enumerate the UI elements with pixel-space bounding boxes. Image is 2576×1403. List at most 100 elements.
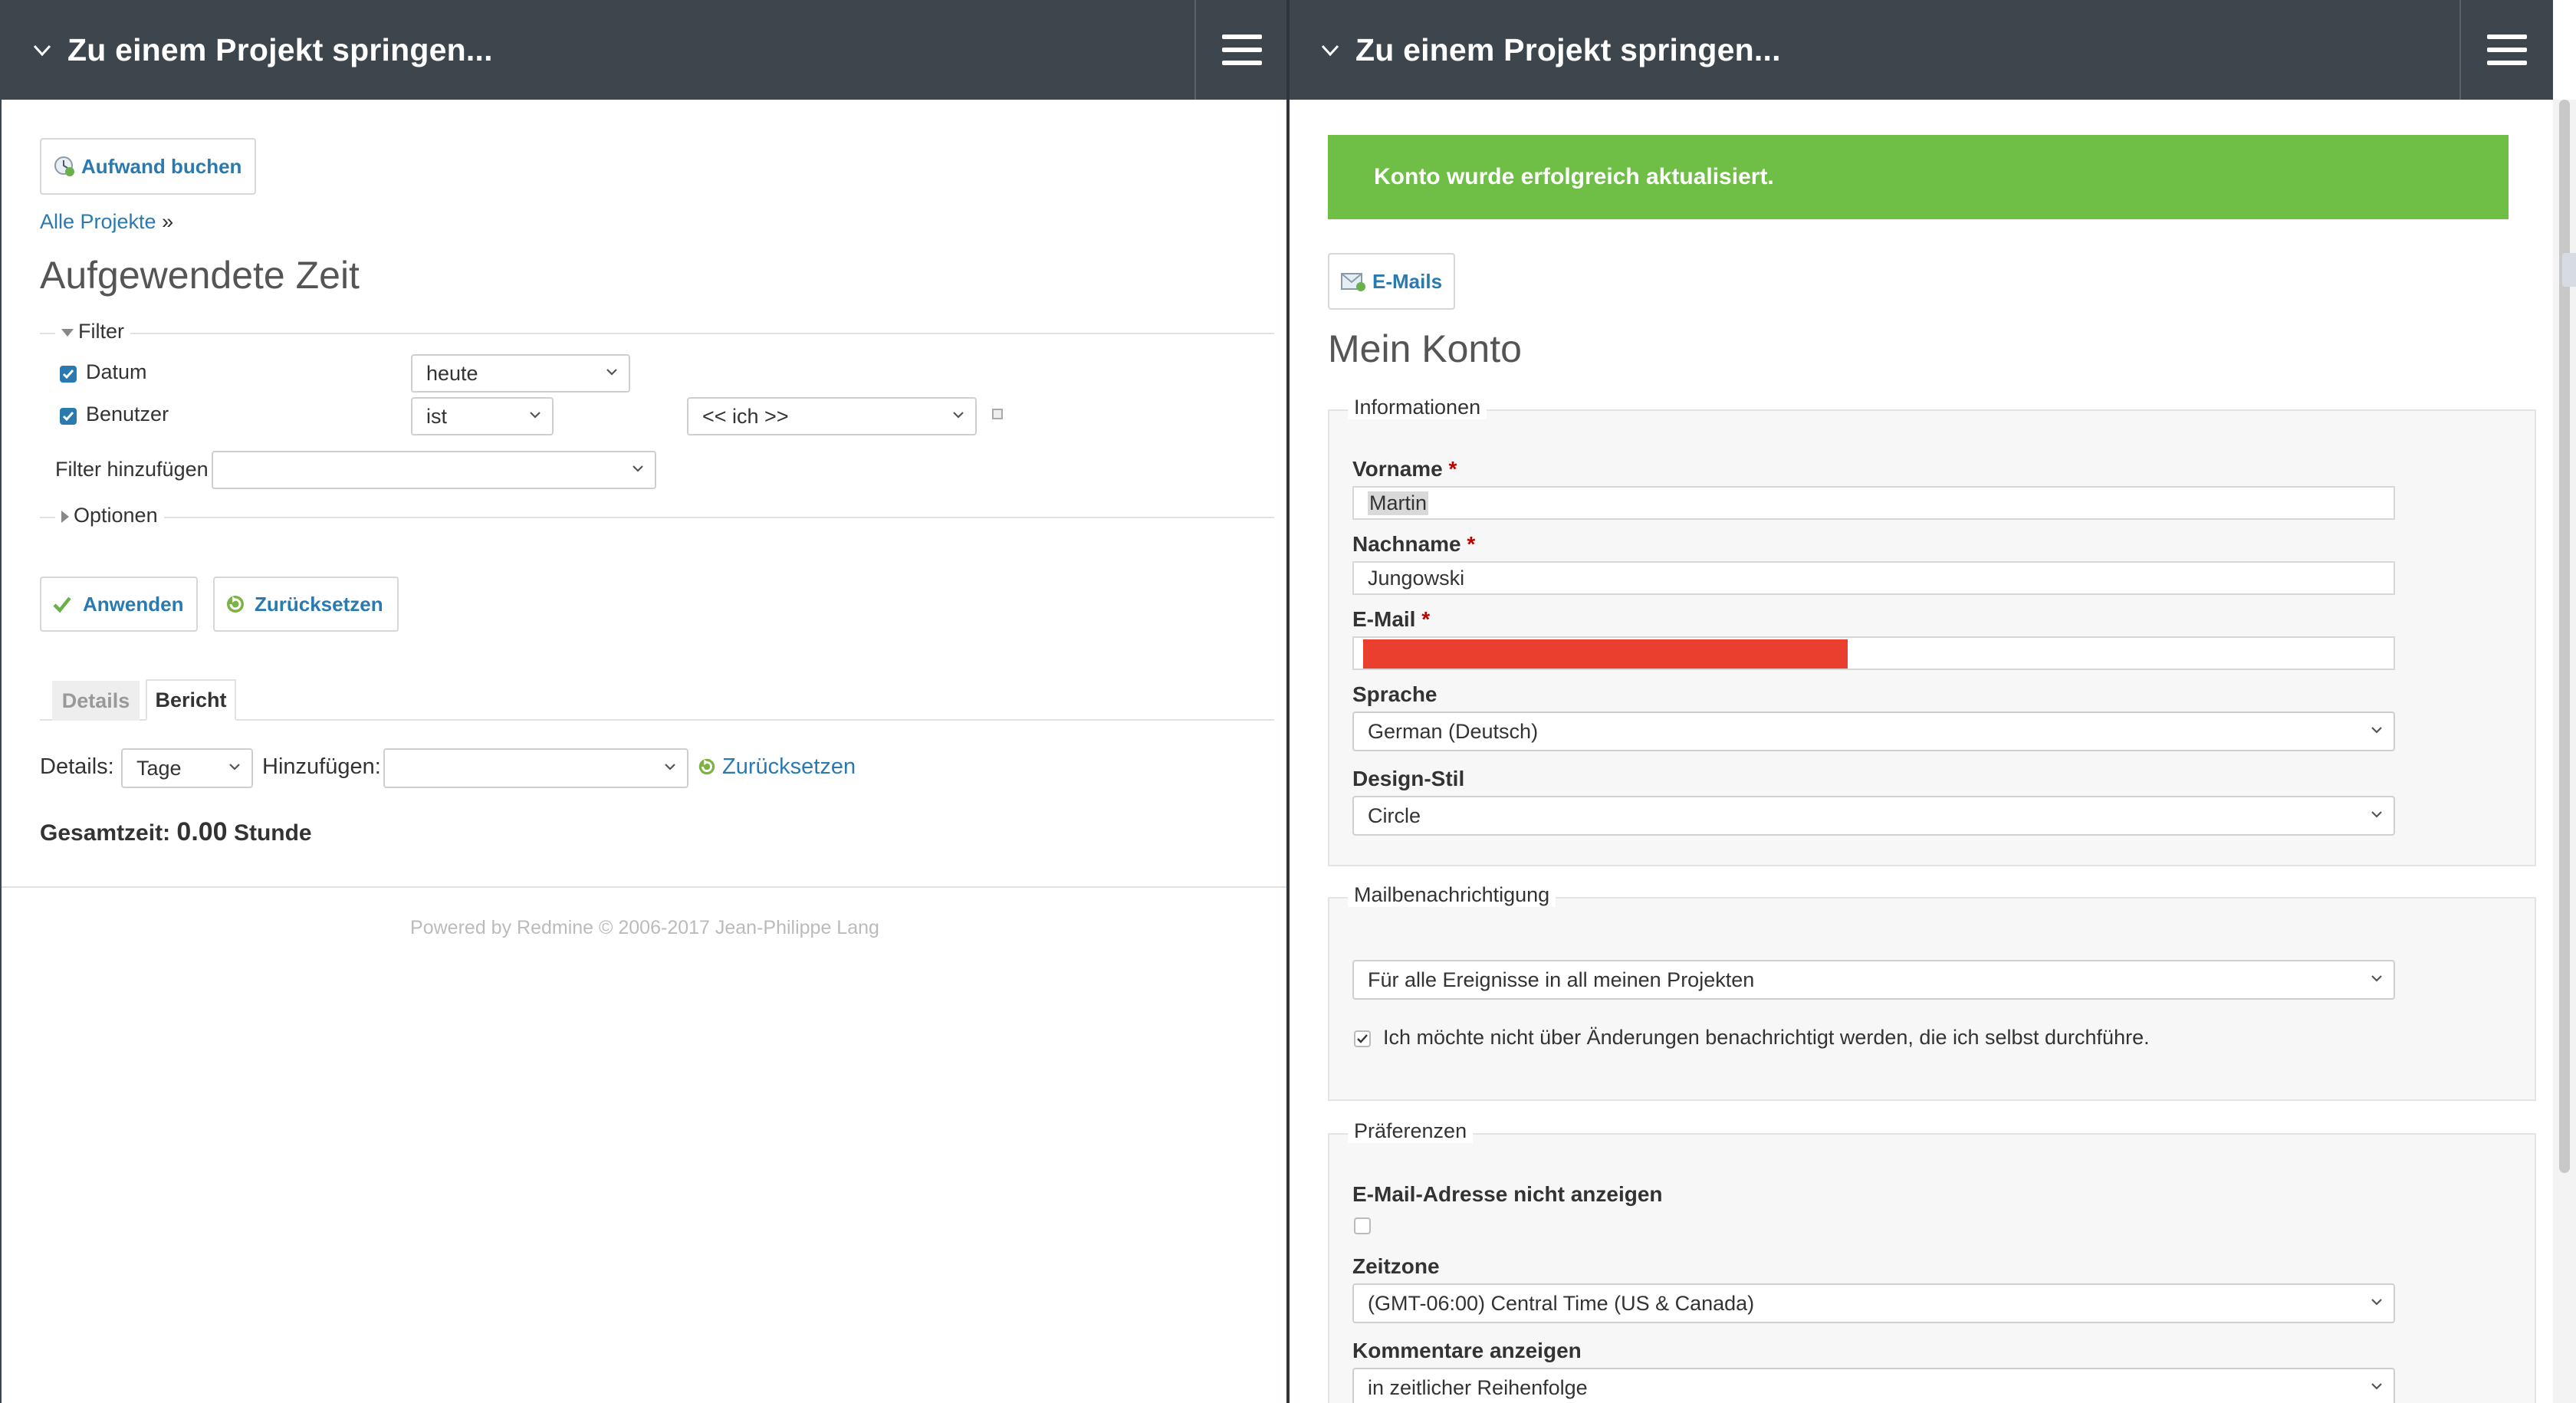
filter-user-value[interactable]: << ich >> bbox=[687, 397, 977, 435]
reset-button[interactable]: Zurücksetzen bbox=[213, 577, 399, 632]
timezone-value: (GMT-06:00) Central Time (US & Canada) bbox=[1368, 1291, 1755, 1315]
tab-report[interactable]: Bericht bbox=[146, 679, 236, 721]
lastname-value: Jungowski bbox=[1368, 566, 1465, 590]
total-time: Gesamtzeit: 0.00 Stunde bbox=[40, 817, 312, 847]
language-label: Sprache bbox=[1352, 682, 1438, 706]
top-header: Zu einem Projekt springen... bbox=[1290, 0, 2553, 100]
hamburger-icon bbox=[2487, 34, 2527, 65]
email-icon bbox=[1341, 273, 1365, 291]
comments-label: Kommentare anzeigen bbox=[1352, 1339, 1582, 1362]
filter-divider bbox=[40, 333, 1274, 334]
chevron-down-icon bbox=[953, 412, 964, 419]
options-legend[interactable]: Optionen bbox=[55, 504, 164, 527]
filter-user-operator[interactable]: ist bbox=[411, 397, 554, 435]
project-jump-label: Zu einem Projekt springen... bbox=[1355, 31, 1781, 67]
flash-notice: Konto wurde erfolgreich aktualisiert. bbox=[1328, 135, 2509, 219]
firstname-label: Vorname * bbox=[1352, 457, 1457, 481]
required-mark: * bbox=[1448, 457, 1457, 481]
scrollbar[interactable] bbox=[2553, 100, 2576, 1403]
add-filter-select[interactable] bbox=[212, 451, 656, 489]
page-title: Mein Konto bbox=[1328, 327, 1522, 370]
firstname-value: Martin bbox=[1368, 491, 1429, 515]
mail-notification-select[interactable]: Für alle Ereignisse in all meinen Projek… bbox=[1352, 960, 2395, 1000]
no-self-notified-label: Ich möchte nicht über Änderungen benachr… bbox=[1383, 1026, 2150, 1049]
apply-button[interactable]: Anwenden bbox=[40, 577, 198, 632]
comments-value: in zeitlicher Reihenfolge bbox=[1368, 1375, 1588, 1399]
right-pane: Zu einem Projekt springen... Konto wurde… bbox=[1290, 0, 2576, 1403]
timezone-select[interactable]: (GMT-06:00) Central Time (US & Canada) bbox=[1352, 1283, 2395, 1323]
log-time-button[interactable]: Aufwand buchen bbox=[40, 138, 256, 195]
chevron-down-icon bbox=[2371, 811, 2382, 818]
checkmark-icon bbox=[53, 596, 71, 613]
breadcrumb: Alle Projekte » bbox=[40, 210, 173, 234]
chevron-down-icon bbox=[1321, 44, 1339, 57]
lastname-label-text: Nachname bbox=[1352, 532, 1461, 556]
sidebar-toggle-tab[interactable] bbox=[2562, 253, 2576, 287]
filter-user-checkbox[interactable] bbox=[60, 408, 77, 425]
report-add-select[interactable] bbox=[383, 748, 688, 788]
add-filter-label: Filter hinzufügen bbox=[55, 458, 209, 481]
no-self-notified-checkbox[interactable] bbox=[1354, 1030, 1371, 1047]
chevron-down-icon bbox=[632, 465, 643, 472]
breadcrumb-all-projects[interactable]: Alle Projekte bbox=[40, 210, 156, 233]
report-details-select[interactable]: Tage bbox=[121, 748, 253, 788]
email-label: E-Mail * bbox=[1352, 607, 1430, 632]
left-pane: Zu einem Projekt springen... Aufwand buc… bbox=[0, 0, 1288, 1403]
page-title: Aufgewendete Zeit bbox=[40, 254, 360, 297]
emails-label: E-Mails bbox=[1372, 269, 1443, 293]
hide-mail-checkbox[interactable] bbox=[1354, 1217, 1371, 1234]
total-time-value: 0.00 bbox=[176, 817, 228, 846]
log-time-label: Aufwand buchen bbox=[81, 154, 242, 178]
timezone-label: Zeitzone bbox=[1352, 1254, 1440, 1278]
theme-select[interactable]: Circle bbox=[1352, 796, 2395, 836]
toggle-multiselect-icon[interactable] bbox=[992, 409, 1003, 419]
language-select[interactable]: German (Deutsch) bbox=[1352, 711, 2395, 751]
report-details-value: Tage bbox=[136, 756, 182, 780]
prefs-legend: Präferenzen bbox=[1348, 1119, 1474, 1143]
options-legend-label: Optionen bbox=[74, 504, 158, 527]
menu-button[interactable] bbox=[1194, 0, 1288, 100]
filter-date-checkbox[interactable] bbox=[60, 366, 77, 383]
theme-value: Circle bbox=[1368, 803, 1421, 827]
project-jump[interactable]: Zu einem Projekt springen... bbox=[1320, 31, 1781, 69]
theme-label: Design-Stil bbox=[1352, 767, 1465, 790]
total-time-label: Gesamtzeit: bbox=[40, 820, 171, 846]
filter-user-value-text: << ich >> bbox=[702, 404, 789, 428]
mail-notification-value: Für alle Ereignisse in all meinen Projek… bbox=[1368, 968, 1755, 991]
report-add-label: Hinzufügen: bbox=[262, 754, 381, 779]
project-jump-label: Zu einem Projekt springen... bbox=[67, 31, 493, 67]
firstname-input[interactable]: Martin bbox=[1352, 486, 2395, 520]
hide-mail-label: E-Mail-Adresse nicht anzeigen bbox=[1352, 1182, 1663, 1206]
filter-date-operator[interactable]: heute bbox=[411, 354, 630, 393]
tab-details[interactable]: Details bbox=[52, 681, 140, 721]
options-divider bbox=[40, 517, 1274, 518]
report-details-label: Details: bbox=[40, 754, 114, 779]
chevron-down-icon bbox=[2371, 975, 2382, 982]
menu-button[interactable] bbox=[2459, 0, 2553, 100]
filter-user-operator-value: ist bbox=[426, 404, 447, 428]
pane-divider bbox=[1286, 0, 1290, 1403]
report-reset-label: Zurücksetzen bbox=[722, 754, 856, 779]
comments-select[interactable]: in zeitlicher Reihenfolge bbox=[1352, 1368, 2395, 1403]
triangle-right-icon bbox=[61, 510, 69, 523]
footer: Powered by Redmine © 2006-2017 Jean-Phil… bbox=[410, 917, 879, 938]
chevron-down-icon bbox=[606, 369, 617, 376]
lastname-input[interactable]: Jungowski bbox=[1352, 561, 2395, 595]
required-mark: * bbox=[1421, 607, 1431, 631]
chevron-down-icon bbox=[2371, 727, 2382, 734]
reload-icon bbox=[227, 596, 244, 613]
emails-button[interactable]: E-Mails bbox=[1328, 253, 1455, 310]
chevron-down-icon bbox=[2371, 1383, 2382, 1390]
email-label-text: E-Mail bbox=[1352, 607, 1416, 631]
report-reset-link[interactable]: Zurücksetzen bbox=[696, 754, 856, 780]
required-mark: * bbox=[1467, 532, 1476, 556]
filter-legend[interactable]: Filter bbox=[55, 320, 130, 343]
breadcrumb-separator: » bbox=[162, 210, 174, 233]
filter-date-operator-value: heute bbox=[426, 361, 478, 385]
hamburger-icon bbox=[1222, 34, 1262, 65]
firstname-label-text: Vorname bbox=[1352, 457, 1443, 481]
filter-user-label: Benutzer bbox=[86, 402, 169, 426]
project-jump[interactable]: Zu einem Projekt springen... bbox=[32, 31, 493, 69]
triangle-down-icon bbox=[61, 328, 74, 337]
filter-date-label: Datum bbox=[86, 360, 147, 383]
